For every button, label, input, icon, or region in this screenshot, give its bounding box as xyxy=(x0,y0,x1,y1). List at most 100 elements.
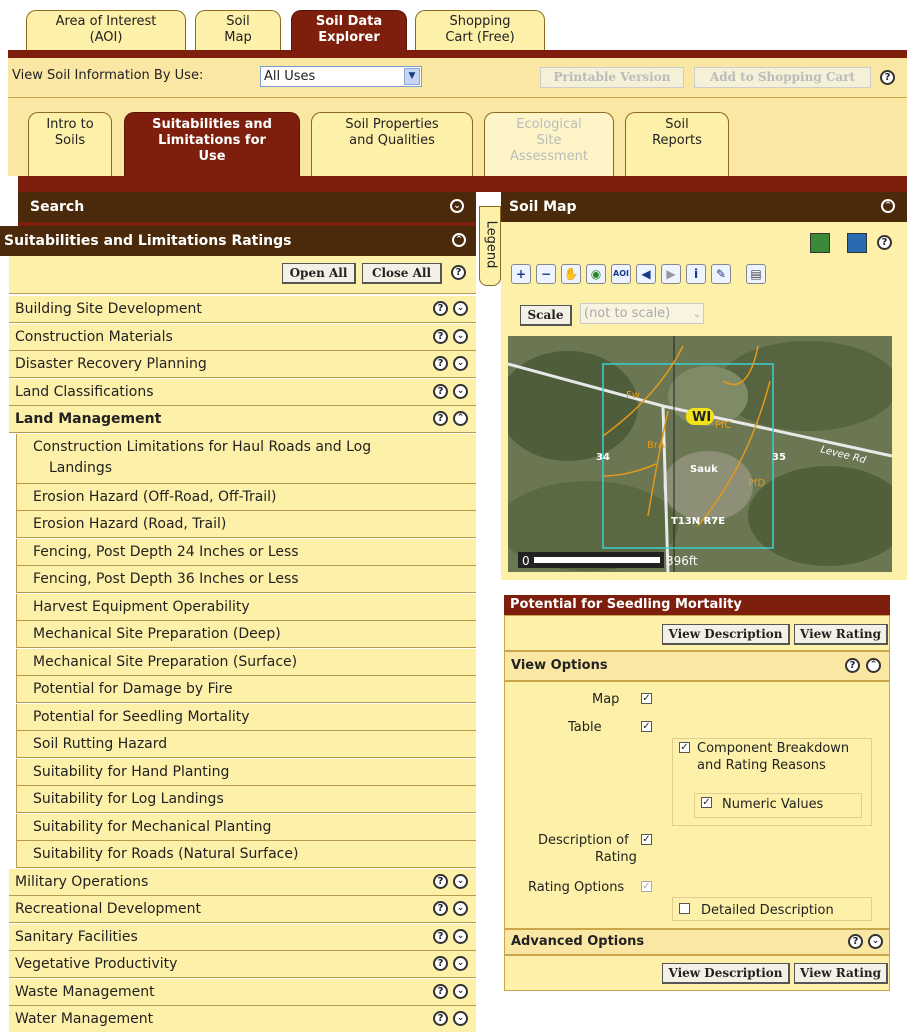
soil-map-header[interactable]: Soil Map ⌃ xyxy=(501,192,907,222)
zoom-to-aoi-icon[interactable]: AOI xyxy=(611,264,631,284)
back-arrow-icon[interactable]: ◀ xyxy=(636,264,656,284)
zoom-in-icon[interactable]: + xyxy=(511,264,531,284)
category-row[interactable]: Disaster Recovery Planning? ⌄ xyxy=(9,351,476,378)
rating-item[interactable]: Mechanical Site Preparation (Deep) xyxy=(16,621,476,648)
tab-soil-properties[interactable]: Soil Properties and Qualities xyxy=(311,112,473,176)
help-icon[interactable]: ? xyxy=(877,235,892,250)
view-rating-button[interactable]: View Rating xyxy=(794,624,888,645)
chevron-down-icon[interactable]: ⌄ xyxy=(453,929,468,944)
help-icon[interactable]: ? xyxy=(433,1011,448,1026)
map-thumbnail-icon[interactable] xyxy=(847,233,867,253)
rating-item[interactable]: Potential for Seedling Mortality xyxy=(16,704,476,731)
view-rating-button[interactable]: View Rating xyxy=(794,963,888,984)
close-all-button[interactable]: Close All xyxy=(362,263,442,284)
rating-item[interactable]: Potential for Damage by Fire xyxy=(16,676,476,703)
category-row[interactable]: Land Classifications? ⌄ xyxy=(9,379,476,406)
scale-button[interactable]: Scale xyxy=(520,305,572,326)
rating-item[interactable]: Suitability for Hand Planting xyxy=(16,759,476,786)
category-row[interactable]: Construction Materials? ⌄ xyxy=(9,324,476,351)
help-icon[interactable]: ? xyxy=(433,984,448,999)
chevron-down-icon[interactable]: ⌄ xyxy=(450,199,464,213)
chevron-down-icon[interactable]: ⌄ xyxy=(453,956,468,971)
help-icon[interactable]: ? xyxy=(433,329,448,344)
measure-icon[interactable]: ✎ xyxy=(711,264,731,284)
rating-item[interactable]: Construction Limitations for Haul Roads … xyxy=(16,434,476,484)
help-icon[interactable]: ? xyxy=(848,934,863,949)
printable-version-button[interactable]: Printable Version xyxy=(540,67,684,88)
rating-item[interactable]: Erosion Hazard (Road, Trail) xyxy=(16,511,476,538)
chevron-up-icon[interactable]: ⌃ xyxy=(453,411,468,426)
help-icon[interactable]: ? xyxy=(880,70,895,85)
rating-item[interactable]: Suitability for Log Landings xyxy=(16,786,476,813)
tab-ecological-site[interactable]: Ecological Site Assessment xyxy=(484,112,614,176)
advanced-options-header[interactable]: Advanced Options xyxy=(504,929,890,955)
tab-area-of-interest[interactable]: Area of Interest (AOI) xyxy=(26,10,186,50)
layers-icon[interactable] xyxy=(810,233,830,253)
help-icon[interactable]: ? xyxy=(433,301,448,316)
view-description-button[interactable]: View Description xyxy=(662,624,790,645)
category-row[interactable]: Recreational Development? ⌄ xyxy=(9,896,476,923)
use-select[interactable]: All Uses ▼ xyxy=(260,66,422,87)
scale-select[interactable]: (not to scale) ⌄ xyxy=(580,303,704,324)
chevron-down-icon[interactable]: ⌄ xyxy=(453,356,468,371)
rating-item[interactable]: Soil Rutting Hazard xyxy=(16,731,476,758)
help-icon[interactable]: ? xyxy=(433,901,448,916)
rating-item[interactable]: Erosion Hazard (Off-Road, Off-Trail) xyxy=(16,484,476,511)
chevron-down-icon[interactable]: ⌄ xyxy=(453,901,468,916)
ratings-header[interactable]: Suitabilities and Limitations Ratings ⌃ xyxy=(0,226,476,256)
chevron-down-icon[interactable]: ⌄ xyxy=(868,934,883,949)
description-checkbox[interactable]: ✓ xyxy=(641,834,652,845)
help-icon[interactable]: ? xyxy=(451,265,466,280)
chevron-up-icon[interactable]: ⌃ xyxy=(881,199,895,213)
view-options-header[interactable]: View Options xyxy=(504,651,890,681)
category-row[interactable]: Vegetative Productivity? ⌄ xyxy=(9,951,476,978)
zoom-out-icon[interactable]: − xyxy=(536,264,556,284)
rating-item[interactable]: Mechanical Site Preparation (Surface) xyxy=(16,649,476,676)
category-row[interactable]: Building Site Development? ⌄ xyxy=(9,296,476,323)
help-icon[interactable]: ? xyxy=(433,384,448,399)
category-row[interactable]: Military Operations? ⌄ xyxy=(9,869,476,896)
soil-map-image[interactable]: WI Fw PfC BrA 34 35 Sauk PfD T13N R7E Le… xyxy=(508,336,892,572)
category-row-land-management[interactable]: Land Management? ⌃ xyxy=(9,406,476,433)
open-all-button[interactable]: Open All xyxy=(282,263,356,284)
detailed-description-checkbox[interactable] xyxy=(679,903,690,914)
tab-shopping-cart[interactable]: Shopping Cart (Free) xyxy=(415,10,545,50)
tab-soil-reports[interactable]: Soil Reports xyxy=(625,112,729,176)
full-extent-icon[interactable]: ◉ xyxy=(586,264,606,284)
chevron-up-icon[interactable]: ⌃ xyxy=(452,233,466,247)
rating-item[interactable]: Harvest Equipment Operability xyxy=(16,594,476,621)
help-icon[interactable]: ? xyxy=(433,356,448,371)
forward-arrow-icon[interactable]: ▶ xyxy=(661,264,681,284)
tab-soil-map[interactable]: Soil Map xyxy=(195,10,281,50)
chevron-down-icon[interactable]: ⌄ xyxy=(453,1011,468,1026)
category-row[interactable]: Waste Management? ⌄ xyxy=(9,979,476,1006)
tab-soil-data-explorer[interactable]: Soil Data Explorer xyxy=(291,10,407,50)
rating-item[interactable]: Fencing, Post Depth 36 Inches or Less xyxy=(16,566,476,593)
help-icon[interactable]: ? xyxy=(845,658,860,673)
help-icon[interactable]: ? xyxy=(433,411,448,426)
view-description-button[interactable]: View Description xyxy=(662,963,790,984)
legend-tab[interactable]: Legend xyxy=(479,206,501,286)
category-row[interactable]: Water Management? ⌄ xyxy=(9,1006,476,1032)
chevron-down-icon[interactable]: ⌄ xyxy=(453,384,468,399)
help-icon[interactable]: ? xyxy=(433,956,448,971)
help-icon[interactable]: ? xyxy=(433,874,448,889)
chevron-down-icon[interactable]: ⌄ xyxy=(453,301,468,316)
tab-suitabilities-limitations[interactable]: Suitabilities and Limitations for Use xyxy=(124,112,300,176)
rating-options-checkbox[interactable]: ✓ xyxy=(641,881,652,892)
chevron-down-icon[interactable]: ⌄ xyxy=(453,874,468,889)
pan-hand-icon[interactable]: ✋ xyxy=(561,264,581,284)
rating-item[interactable]: Fencing, Post Depth 24 Inches or Less xyxy=(16,539,476,566)
chevron-down-icon[interactable]: ⌄ xyxy=(453,329,468,344)
info-icon[interactable]: i xyxy=(686,264,706,284)
search-header[interactable]: Search ⌄ xyxy=(18,192,476,222)
copy-map-icon[interactable]: ▤ xyxy=(746,264,766,284)
chevron-up-icon[interactable]: ⌃ xyxy=(866,658,881,673)
chevron-down-icon[interactable]: ⌄ xyxy=(453,984,468,999)
rating-item[interactable]: Suitability for Roads (Natural Surface) xyxy=(16,841,476,868)
table-checkbox[interactable]: ✓ xyxy=(641,721,652,732)
map-checkbox[interactable]: ✓ xyxy=(641,693,652,704)
category-row[interactable]: Sanitary Facilities? ⌄ xyxy=(9,924,476,951)
rating-item[interactable]: Suitability for Mechanical Planting xyxy=(16,814,476,841)
component-breakdown-checkbox[interactable]: ✓ xyxy=(679,742,690,753)
